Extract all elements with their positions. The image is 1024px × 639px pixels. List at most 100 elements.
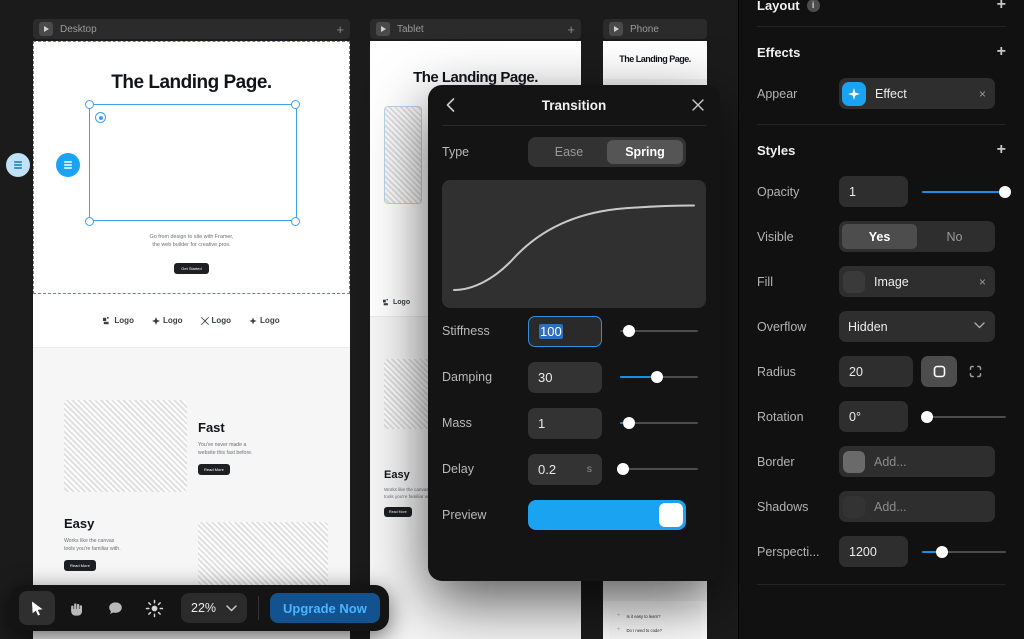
preview-toggle[interactable]: [528, 500, 686, 530]
slider-knob[interactable]: [999, 185, 1012, 198]
rotation-label: Rotation: [757, 409, 804, 424]
artboard-name: Tablet: [397, 23, 424, 35]
perspective-slider[interactable]: [922, 542, 1006, 562]
stiffness-input[interactable]: 100: [528, 315, 602, 347]
resize-handle-br[interactable]: [291, 217, 300, 226]
slider-knob[interactable]: [936, 545, 949, 558]
border-control[interactable]: Add...: [839, 446, 995, 477]
upgrade-now-button[interactable]: Upgrade Now: [270, 593, 380, 623]
stiffness-slider[interactable]: [620, 321, 698, 341]
zoom-value: 22%: [191, 601, 217, 615]
radius-input[interactable]: 20: [839, 356, 913, 387]
slider-knob[interactable]: [617, 463, 630, 475]
section-layout[interactable]: Layout i +: [739, 0, 1024, 16]
transition-popover[interactable]: Transition Type Ease Spring Stiffness 10…: [428, 85, 720, 581]
radius-mode-group[interactable]: [921, 356, 993, 387]
radius-individual-icon[interactable]: [957, 356, 993, 387]
rotation-input[interactable]: 0°: [839, 401, 909, 432]
visible-segmented-control[interactable]: Yes No: [839, 221, 995, 252]
opacity-value: 1: [849, 184, 856, 199]
preview-toggle-knob[interactable]: [659, 503, 683, 527]
remove-effect-icon[interactable]: ×: [979, 87, 986, 101]
add-icon[interactable]: +: [997, 142, 1006, 158]
chevron-left-icon[interactable]: [434, 85, 466, 125]
shadows-control[interactable]: Add...: [839, 491, 995, 522]
damping-input[interactable]: 30: [528, 361, 602, 393]
feature-cta-button[interactable]: Read More: [384, 507, 412, 518]
perspective-input[interactable]: 1200: [839, 536, 909, 567]
fill-control[interactable]: Image ×: [839, 266, 995, 297]
list-item: Logo: [151, 316, 183, 325]
element-selection-rect[interactable]: [89, 104, 297, 221]
comment-icon[interactable]: [97, 591, 133, 625]
artboard-title-phone[interactable]: Phone: [603, 19, 707, 39]
logo-label: Logo: [114, 316, 134, 325]
preview-label: Preview: [442, 508, 487, 522]
slider-knob[interactable]: [921, 410, 934, 423]
resize-handle-tr[interactable]: [291, 100, 300, 109]
slider-knob[interactable]: [623, 417, 636, 429]
mass-input[interactable]: 1: [528, 407, 602, 439]
add-icon[interactable]: +: [997, 44, 1006, 60]
damping-slider[interactable]: [620, 367, 698, 387]
artboard-title-desktop[interactable]: Desktop +: [33, 19, 350, 39]
add-icon[interactable]: +: [567, 23, 575, 36]
feature-cta-button[interactable]: Read More: [198, 464, 230, 476]
hero-title: The Landing Page.: [111, 72, 272, 93]
section-styles[interactable]: Styles +: [739, 131, 1024, 169]
overflow-select[interactable]: Hidden: [839, 311, 995, 342]
effect-chip[interactable]: Effect ×: [839, 78, 995, 109]
mass-slider[interactable]: [620, 413, 698, 433]
slider-knob[interactable]: [623, 325, 636, 337]
rotation-slider[interactable]: [921, 407, 1006, 427]
resize-handle-bl[interactable]: [85, 217, 94, 226]
type-option-spring[interactable]: Spring: [607, 140, 683, 164]
add-icon[interactable]: +: [997, 0, 1006, 13]
chevron-down-icon[interactable]: [226, 601, 237, 615]
feature-body-line1: You've never made a: [198, 442, 247, 448]
opacity-input[interactable]: 1: [839, 176, 909, 207]
chevron-down-icon[interactable]: [974, 321, 985, 332]
opacity-slider[interactable]: [922, 182, 1012, 202]
slider-knob[interactable]: [651, 371, 664, 383]
artboard-title-tablet[interactable]: Tablet +: [370, 19, 581, 39]
hero-subtitle: Go from design to site with Framer, the …: [33, 233, 350, 249]
layers-badge-active[interactable]: [56, 153, 80, 177]
delay-input[interactable]: 0.2 s: [528, 453, 602, 485]
cursor-icon[interactable]: [19, 591, 55, 625]
delay-slider[interactable]: [617, 459, 698, 479]
shadow-color-swatch[interactable]: [843, 495, 865, 518]
radius-uniform-icon[interactable]: [921, 356, 957, 387]
spring-curve-graph: [453, 204, 695, 291]
list-item[interactable]: + Is it easy to learn?: [617, 613, 661, 619]
logo-label: Logo: [211, 316, 232, 325]
info-icon[interactable]: i: [806, 0, 820, 12]
bottom-toolbar[interactable]: 22% Upgrade Now: [10, 585, 389, 631]
border-color-swatch[interactable]: [843, 450, 865, 473]
resize-handle-tl[interactable]: [85, 100, 94, 109]
sun-icon[interactable]: [136, 591, 172, 625]
close-icon[interactable]: [682, 85, 714, 125]
play-icon[interactable]: [609, 22, 623, 36]
hero-cta-button[interactable]: Get Started: [174, 263, 209, 274]
feature-cta-button[interactable]: Read More: [64, 560, 96, 572]
list-item[interactable]: + Do I need to code?: [617, 627, 662, 633]
play-icon[interactable]: [376, 22, 390, 36]
add-icon[interactable]: +: [336, 23, 344, 36]
visible-option-yes[interactable]: Yes: [842, 224, 917, 249]
type-option-ease[interactable]: Ease: [531, 140, 607, 164]
fill-color-swatch[interactable]: [843, 270, 865, 293]
play-icon[interactable]: [39, 22, 53, 36]
properties-panel[interactable]: Layout i + Effects + Appear Effect × Sty…: [738, 0, 1024, 639]
hand-icon[interactable]: [58, 591, 94, 625]
visible-row: Visible Yes No: [739, 214, 1024, 259]
remove-fill-icon[interactable]: ×: [979, 275, 986, 289]
layers-badge-collapsed[interactable]: [6, 153, 30, 177]
section-effects[interactable]: Effects +: [739, 33, 1024, 71]
damping-value: 30: [538, 369, 553, 385]
zoom-control[interactable]: 22%: [181, 593, 248, 623]
type-segmented-control[interactable]: Ease Spring: [528, 137, 686, 167]
visible-option-no[interactable]: No: [917, 224, 992, 249]
origin-point-handle[interactable]: [95, 112, 106, 123]
slider-track: [922, 415, 1006, 418]
